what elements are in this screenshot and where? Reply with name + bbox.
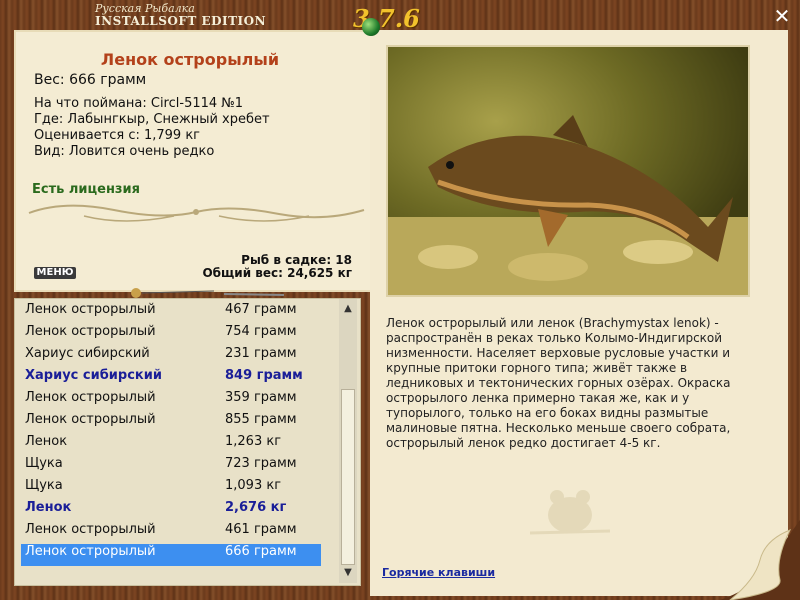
fish-list-weight: 855 грамм — [225, 412, 297, 427]
list-item[interactable]: Ленок острорылый 359 грамм — [21, 390, 321, 412]
keepnet-total-weight: Общий вес: 24,625 кг — [202, 266, 352, 280]
fish-weight: Вес: 666 грамм — [34, 72, 147, 88]
fish-name-title: Ленок острорылый — [100, 50, 280, 69]
license-status: Есть лицензия — [32, 182, 140, 197]
list-item[interactable]: Хариус сибирский 231 грамм — [21, 346, 321, 368]
list-item[interactable]: Ленок острорылый 666 грамм — [21, 544, 321, 566]
close-icon: ✕ — [773, 4, 791, 28]
fishing-rod-decoration — [131, 288, 285, 298]
list-item[interactable]: Ленок 1,263 кг — [21, 434, 321, 456]
scrollbar-thumb[interactable] — [341, 389, 355, 565]
rarity: Вид: Ловится очень редко — [34, 144, 215, 159]
list-item[interactable]: Щука 723 грамм — [21, 456, 321, 478]
fish-illustration — [388, 115, 748, 295]
fish-photo — [386, 45, 750, 297]
caught-with: На что поймана: Circl-5114 №1 — [34, 96, 244, 111]
list-scrollbar[interactable]: ▲ ▼ — [339, 299, 357, 583]
fish-list-weight: 849 грамм — [225, 368, 303, 383]
fish-list-weight: 461 грамм — [225, 522, 297, 537]
fish-stamp-watermark — [529, 490, 611, 535]
fish-list-name: Ленок острорылый — [25, 324, 156, 339]
fish-list-weight: 723 грамм — [225, 456, 297, 471]
arrow-down-icon[interactable]: ▼ — [339, 565, 357, 581]
list-item[interactable]: Щука 1,093 кг — [21, 478, 321, 500]
pin-icon — [362, 18, 380, 36]
fish-list-name: Хариус сибирский — [25, 346, 150, 361]
list-item[interactable]: Хариус сибирский 849 грамм — [21, 368, 321, 390]
list-item[interactable]: Ленок острорылый 461 грамм — [21, 522, 321, 544]
close-button[interactable]: ✕ — [770, 4, 794, 28]
fish-list-weight: 1,263 кг — [225, 434, 282, 449]
keepnet-count: Рыб в садке: 18 — [241, 253, 352, 267]
page-curl-decoration — [720, 520, 800, 600]
fish-list-name: Щука — [25, 456, 63, 471]
list-item[interactable]: Ленок острорылый 855 грамм — [21, 412, 321, 434]
fish-list-name: Ленок — [25, 500, 72, 515]
fish-list-name: Ленок острорылый — [25, 522, 156, 537]
fish-list-name: Ленок острорылый — [25, 412, 156, 427]
fish-list-name: Щука — [25, 478, 63, 493]
fish-list-weight: 467 грамм — [225, 302, 297, 317]
list-item[interactable]: Ленок острорылый 754 грамм — [21, 324, 321, 346]
fish-list-weight: 754 грамм — [225, 324, 297, 339]
fish-list-weight: 666 грамм — [225, 544, 297, 559]
fish-list-weight: 2,676 кг — [225, 500, 287, 515]
fish-list-weight: 1,093 кг — [225, 478, 282, 493]
fish-list-name: Ленок острорылый — [25, 544, 156, 559]
ornament-divider — [28, 204, 365, 222]
fish-list-weight: 231 грамм — [225, 346, 297, 361]
menu-button[interactable]: МЕНЮ — [34, 267, 76, 279]
fish-list-name: Хариус сибирский — [25, 368, 162, 383]
fish-list-name: Ленок острорылый — [25, 390, 156, 405]
arrow-up-icon[interactable]: ▲ — [339, 301, 357, 317]
fish-list-name: Ленок острорылый — [25, 302, 156, 317]
list-item[interactable]: Ленок острорылый 467 грамм — [21, 302, 321, 324]
list-item[interactable]: Ленок 2,676 кг — [21, 500, 321, 522]
fish-list-weight: 359 грамм — [225, 390, 297, 405]
catch-location: Где: Лабынгкыр, Снежный хребет — [34, 112, 270, 127]
fish-description: Ленок острорылый или ленок (Brachymystax… — [386, 316, 731, 450]
valued-from: Оценивается с: 1,799 кг — [34, 128, 201, 143]
hotkeys-link[interactable]: Горячие клавиши — [382, 566, 495, 579]
app-edition: INSTALLSOFT EDITION — [95, 14, 267, 28]
fish-list-name: Ленок — [25, 434, 68, 449]
fish-list[interactable]: ▲ ▼ Ленок острорылый 467 грамм Ленок остро… — [14, 298, 361, 586]
